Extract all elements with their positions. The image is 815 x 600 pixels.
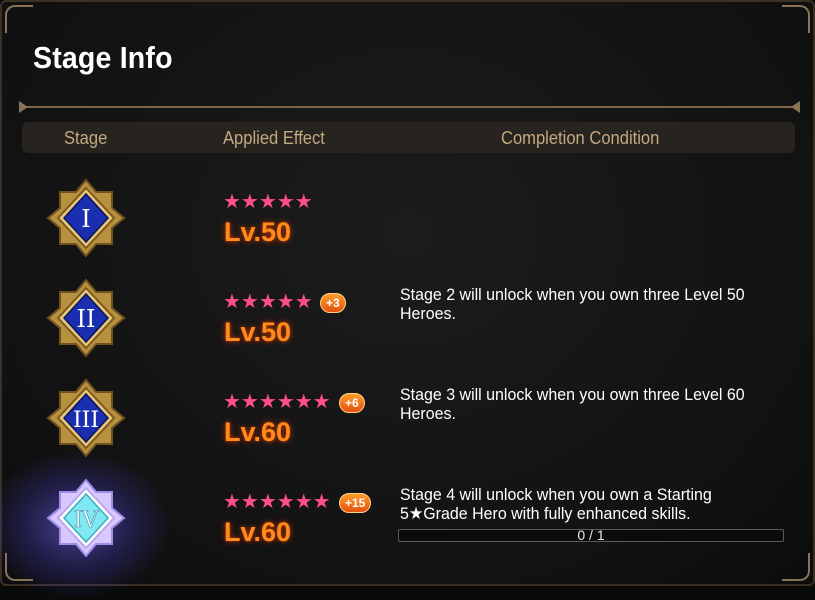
table-header: Stage Applied Effect Completion Conditio… xyxy=(22,122,795,153)
stage-condition-text: Stage 2 will unlock when you own three L… xyxy=(400,285,745,323)
header-completion-condition: Completion Condition xyxy=(501,128,660,148)
dialog-title: Stage Info xyxy=(33,40,173,75)
header-stage: Stage xyxy=(64,128,108,148)
stage-emblem-icon: III xyxy=(46,378,126,458)
stage-level: Lv.50 xyxy=(224,317,292,347)
frame-corner-ornament xyxy=(782,5,810,33)
star-rating-icon: ★★★★★★ xyxy=(223,491,331,513)
stage-emblem-icon: I xyxy=(46,178,126,258)
bonus-badge: +15 xyxy=(339,493,372,513)
stage-row-active: IV ★★★★★★ +15 Lv.60 Stage 4 will unlock … xyxy=(2,478,815,580)
stage-level: Lv.60 xyxy=(224,517,292,547)
title-divider xyxy=(22,106,797,108)
stage-row: I ★★★★★ Lv.50 xyxy=(2,178,815,280)
bonus-badge: +6 xyxy=(339,393,365,413)
progress-text: 0 / 1 xyxy=(577,527,605,543)
star-rating-icon: ★★★★★★ xyxy=(223,391,331,413)
stage-condition-text: Stage 3 will unlock when you own three L… xyxy=(400,385,745,423)
stage-numeral: II xyxy=(77,305,96,333)
star-rating-icon: ★★★★★ xyxy=(223,291,313,313)
stage-level: Lv.50 xyxy=(224,217,292,247)
condition-progress-bar: 0 / 1 xyxy=(398,527,784,543)
stage-numeral: I xyxy=(81,205,90,233)
stage-emblem-active-icon: IV xyxy=(46,478,126,558)
bonus-badge: +3 xyxy=(320,293,346,313)
stage-emblem-icon: II xyxy=(46,278,126,358)
stage-numeral: IV xyxy=(74,508,100,533)
divider-arrow-left-icon xyxy=(19,101,28,113)
frame-corner-ornament xyxy=(5,5,33,33)
stage-row: III ★★★★★★ +6 Lv.60 Stage 3 will unlock … xyxy=(2,378,815,480)
stage-info-dialog: Stage Info Stage Applied Effect Completi… xyxy=(0,0,815,600)
star-rating-icon: ★★★★★ xyxy=(223,191,313,213)
stage-numeral: III xyxy=(73,408,99,433)
stage-condition-text: Stage 4 will unlock when you own a Start… xyxy=(400,485,712,523)
stage-row: II ★★★★★ +3 Lv.50 Stage 2 will unlock wh… xyxy=(2,278,815,380)
header-applied-effect: Applied Effect xyxy=(223,128,325,148)
divider-arrow-right-icon xyxy=(791,101,800,113)
stage-level: Lv.60 xyxy=(224,417,292,447)
